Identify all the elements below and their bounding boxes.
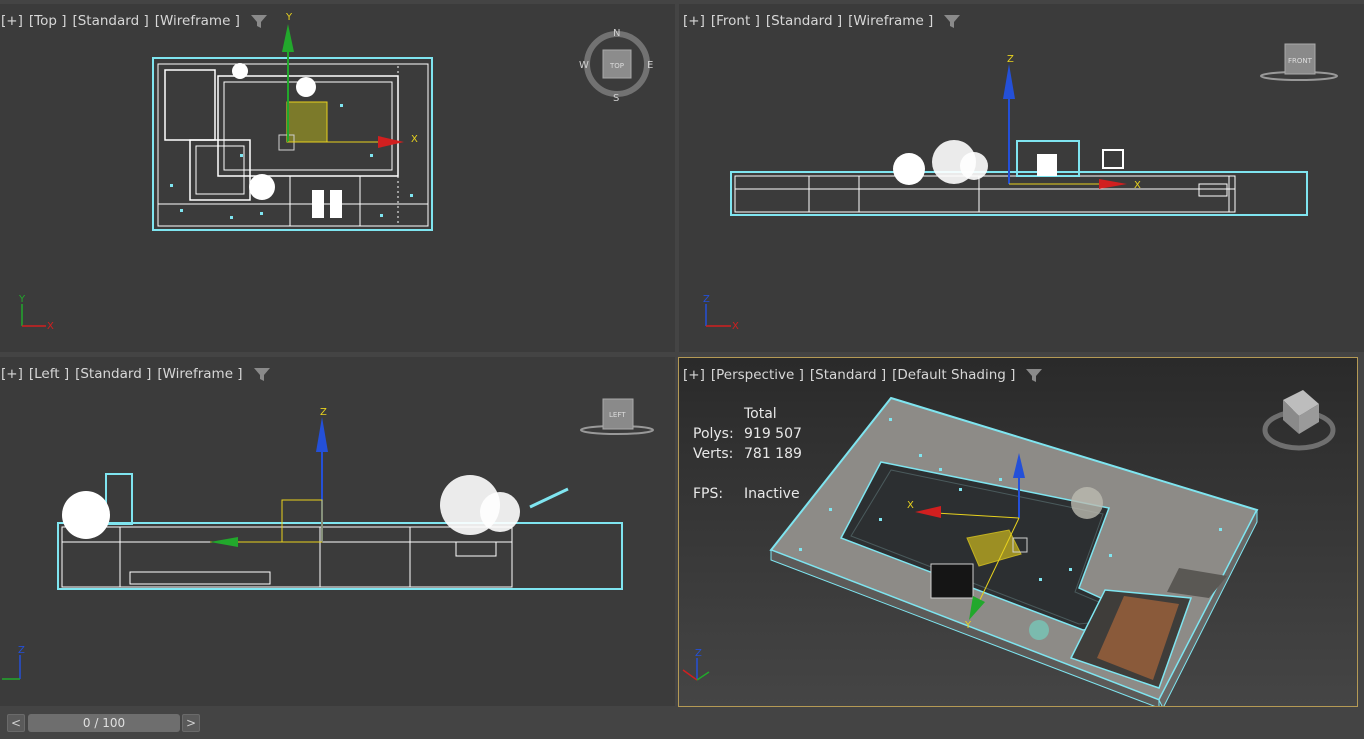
- viewport-preset-menu[interactable]: [Standard ]: [75, 366, 151, 382]
- viewport-plus-menu[interactable]: [+]: [683, 13, 705, 29]
- stats-header: Total: [744, 406, 777, 422]
- svg-text:Z: Z: [18, 645, 25, 656]
- viewport-view-menu[interactable]: [Front ]: [711, 13, 760, 29]
- time-slider[interactable]: 0 / 100: [28, 714, 180, 732]
- viewport-plus-menu[interactable]: [+]: [1, 13, 23, 29]
- axis-tripod-icon: Z X: [703, 294, 739, 332]
- viewport-plus-menu[interactable]: [+]: [1, 366, 23, 382]
- filter-icon[interactable]: [250, 13, 268, 29]
- svg-text:X: X: [47, 321, 54, 332]
- viewport-label-perspective[interactable]: [+] [Perspective ] [Standard ] [Default …: [683, 367, 1043, 383]
- filter-icon[interactable]: [943, 13, 961, 29]
- viewport-shading-menu[interactable]: [Wireframe ]: [848, 13, 933, 29]
- timeline-prev-button[interactable]: <: [7, 714, 25, 732]
- viewport-label-top[interactable]: [+] [Top ] [Standard ] [Wireframe ]: [1, 13, 268, 29]
- svg-text:Z: Z: [1007, 54, 1014, 65]
- fps-value: Inactive: [744, 486, 800, 502]
- compass-ring-icon: TOP N S E W: [579, 28, 653, 104]
- viewport-perspective[interactable]: X Y Z [+] [Perspective ] [Standard ] [De…: [678, 357, 1358, 707]
- svg-text:Z: Z: [320, 407, 327, 418]
- axis-tripod-icon: Z: [682, 648, 710, 681]
- scene-statistics: Total Polys: 919 507 Verts: 781 189 FPS: In…: [693, 404, 802, 504]
- viewport-front[interactable]: Z X FRONT Z X [+] [Front ] [Standard ] […: [679, 4, 1364, 352]
- polys-label: Polys:: [693, 426, 734, 442]
- svg-text:X: X: [907, 500, 914, 511]
- viewport-plus-menu[interactable]: [+]: [683, 367, 705, 383]
- left-view-scene: Z LEFT Z: [2, 398, 654, 680]
- viewport-shading-menu[interactable]: [Wireframe ]: [157, 366, 242, 382]
- viewport-preset-menu[interactable]: [Standard ]: [810, 367, 886, 383]
- svg-text:X: X: [411, 134, 418, 145]
- viewport-top[interactable]: Y X TOP N S E W Y X [+] [Top ] [Standard…: [0, 4, 675, 352]
- top-view-scene: Y X TOP N S E W Y X: [18, 12, 653, 332]
- svg-text:S: S: [613, 93, 619, 104]
- viewport-shading-menu[interactable]: [Default Shading ]: [892, 367, 1015, 383]
- verts-value: 781 189: [744, 446, 802, 462]
- viewport-view-menu[interactable]: [Top ]: [29, 13, 67, 29]
- viewcube-icon: FRONT: [1260, 43, 1338, 81]
- svg-text:TOP: TOP: [609, 62, 624, 70]
- viewport-view-menu[interactable]: [Left ]: [29, 366, 69, 382]
- filter-icon[interactable]: [1025, 367, 1043, 383]
- svg-text:LEFT: LEFT: [609, 411, 626, 419]
- svg-text:Z: Z: [703, 294, 710, 305]
- viewcube-icon: LEFT: [580, 398, 654, 435]
- svg-text:N: N: [613, 28, 620, 39]
- filter-icon[interactable]: [253, 366, 271, 382]
- svg-text:Y: Y: [964, 620, 972, 631]
- viewport-preset-menu[interactable]: [Standard ]: [766, 13, 842, 29]
- viewport-left[interactable]: Z LEFT Z [+] [Left ] [Standard ] [Wirefr…: [0, 357, 675, 706]
- svg-text:Y: Y: [18, 294, 26, 305]
- svg-text:Z: Z: [695, 648, 702, 659]
- viewport-view-menu[interactable]: [Perspective ]: [711, 367, 804, 383]
- timeline-bar: < 0 / 100 >: [0, 707, 1364, 739]
- svg-text:X: X: [732, 321, 739, 332]
- axis-tripod-icon: Y X: [18, 294, 54, 332]
- fps-label: FPS:: [693, 486, 724, 502]
- viewcube-icon: [1262, 390, 1336, 451]
- viewport-shading-menu[interactable]: [Wireframe ]: [155, 13, 240, 29]
- verts-label: Verts:: [693, 446, 734, 462]
- front-view-scene: Z X FRONT Z X: [703, 43, 1338, 332]
- svg-text:FRONT: FRONT: [1288, 57, 1313, 65]
- polys-value: 919 507: [744, 426, 802, 442]
- svg-text:W: W: [579, 60, 589, 71]
- svg-text:Y: Y: [285, 12, 293, 23]
- svg-text:X: X: [1134, 180, 1141, 191]
- viewport-preset-menu[interactable]: [Standard ]: [72, 13, 148, 29]
- viewport-label-left[interactable]: [+] [Left ] [Standard ] [Wireframe ]: [1, 366, 271, 382]
- timeline-next-button[interactable]: >: [182, 714, 200, 732]
- viewport-label-front[interactable]: [+] [Front ] [Standard ] [Wireframe ]: [683, 13, 961, 29]
- axis-tripod-icon: Z: [2, 645, 25, 680]
- svg-text:E: E: [647, 60, 653, 71]
